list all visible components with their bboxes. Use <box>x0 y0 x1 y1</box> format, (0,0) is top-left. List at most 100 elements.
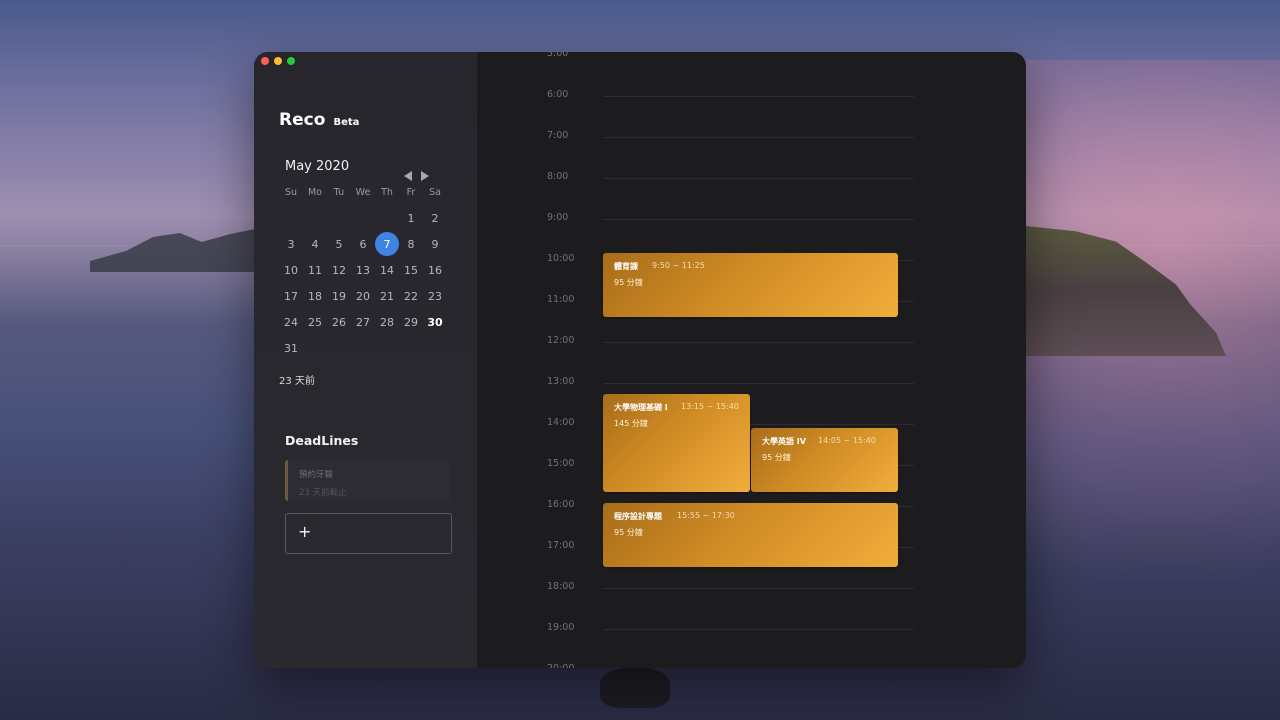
weekday-label: We <box>355 187 371 198</box>
calendar-day-number: 7 <box>375 232 399 256</box>
event-title: 大學英語 IV <box>762 437 806 446</box>
calendar-day[interactable]: 21 <box>375 283 399 309</box>
hour-row: 5:00 <box>477 52 1026 59</box>
calendar-day[interactable]: 2 <box>423 205 447 231</box>
deadlines-heading: DeadLines <box>285 433 359 448</box>
calendar-day-number: 3 <box>287 237 295 251</box>
beta-tag: Beta <box>333 117 360 128</box>
calendar-day[interactable]: 1 <box>399 205 423 231</box>
hour-gridline <box>603 178 914 179</box>
day-timeline[interactable]: 20:00 19:00 18:00 17:00 16:00 15:00 14:00 13:00… <box>477 52 1026 668</box>
calendar-day-number: 21 <box>380 289 394 303</box>
hour-gridline <box>603 629 914 630</box>
calendar-day-number: 2 <box>431 211 439 225</box>
calendar-day[interactable]: 20 <box>351 283 375 309</box>
next-month-icon[interactable] <box>421 171 429 181</box>
calendar-day[interactable]: 22 <box>399 283 423 309</box>
calendar-empty-cell <box>327 205 351 231</box>
calendar-day[interactable]: 23 <box>423 283 447 309</box>
hour-label: 17:00 <box>547 540 575 551</box>
event-duration: 95 分鐘 <box>762 453 791 462</box>
minimize-window-button[interactable] <box>274 57 282 65</box>
weekday-label: Tu <box>333 187 345 198</box>
calendar-day-number: 30 <box>427 315 443 329</box>
hour-label: 5:00 <box>547 52 569 59</box>
calendar-day-number: 29 <box>404 315 418 329</box>
calendar-day[interactable]: 10 <box>279 257 303 283</box>
calendar-day[interactable]: 25 <box>303 309 327 335</box>
wallpaper-rock <box>600 668 670 708</box>
calendar-day[interactable]: 14 <box>375 257 399 283</box>
calendar-day[interactable]: 30 <box>423 309 447 335</box>
calendar-day[interactable]: 15 <box>399 257 423 283</box>
calendar-empty-cell <box>375 205 399 231</box>
calendar-day-number: 14 <box>380 263 394 277</box>
hour-gridline <box>603 219 914 220</box>
calendar-day-number: 18 <box>308 289 322 303</box>
calendar-day[interactable]: 5 <box>327 231 351 257</box>
calendar-day[interactable]: 8 <box>399 231 423 257</box>
calendar-day[interactable]: 6 <box>351 231 375 257</box>
event-title: 程序設計專題 <box>614 512 662 521</box>
calendar-empty-cell <box>399 335 423 361</box>
calendar-day-number: 24 <box>284 315 298 329</box>
event-duration: 95 分鐘 <box>614 528 643 537</box>
calendar-day-number: 9 <box>431 237 439 251</box>
calendar-day-number: 28 <box>380 315 394 329</box>
calendar-month-label: May 2020 <box>285 159 350 174</box>
calendar-day-number: 23 <box>428 289 442 303</box>
calendar-empty-cell <box>375 335 399 361</box>
calendar-day[interactable]: 24 <box>279 309 303 335</box>
calendar-day[interactable]: 4 <box>303 231 327 257</box>
hour-gridline <box>603 342 914 343</box>
calendar-day[interactable]: 12 <box>327 257 351 283</box>
calendar-empty-cell <box>279 205 303 231</box>
calendar-day[interactable]: 18 <box>303 283 327 309</box>
hour-row: 9:00 <box>477 212 1026 223</box>
calendar-day-number: 16 <box>428 263 442 277</box>
deadline-item[interactable]: 預約牙醫 23 天前截止 <box>285 460 450 501</box>
calendar-day[interactable]: 16 <box>423 257 447 283</box>
calendar-day[interactable]: 13 <box>351 257 375 283</box>
close-window-button[interactable] <box>261 57 269 65</box>
hour-row: 6:00 <box>477 89 1026 100</box>
calendar-empty-cell <box>327 335 351 361</box>
weekday-label: Th <box>381 187 393 198</box>
hour-gridline <box>603 96 914 97</box>
event-block[interactable]: 程序設計專題 15:55 ~ 17:30 95 分鐘 <box>603 503 898 567</box>
calendar-day[interactable]: 11 <box>303 257 327 283</box>
event-block[interactable]: 大學英語 IV 14:05 ~ 15:40 95 分鐘 <box>751 428 898 492</box>
calendar-day-grid: 1 2 3 4 5 6 7 8 9 10 11 12 13 14 15 16 17 18 19 20 21 22 23 24 2… <box>279 205 447 361</box>
event-block[interactable]: 大學物理基礎 I 13:15 ~ 15:40 145 分鐘 <box>603 394 750 492</box>
calendar-day[interactable]: 31 <box>279 335 303 361</box>
calendar-day-number: 8 <box>407 237 415 251</box>
hour-row: 14:00 <box>477 417 1026 428</box>
calendar-day[interactable]: 3 <box>279 231 303 257</box>
calendar-day-number: 26 <box>332 315 346 329</box>
hour-label: 20:00 <box>547 663 574 668</box>
calendar-day[interactable]: 19 <box>327 283 351 309</box>
weekday-label: Mo <box>307 187 322 198</box>
weekday-header: Su Mo Tu We Th Fr Sa <box>279 187 447 198</box>
calendar-day[interactable]: 29 <box>399 309 423 335</box>
calendar-day[interactable]: 7 <box>375 231 399 257</box>
hour-label: 16:00 <box>547 499 575 510</box>
event-time: 15:55 ~ 17:30 <box>677 511 735 520</box>
calendar-day[interactable]: 9 <box>423 231 447 257</box>
calendar-day[interactable]: 26 <box>327 309 351 335</box>
previous-month-icon[interactable] <box>404 171 412 181</box>
hour-label: 15:00 <box>547 458 575 469</box>
calendar-day[interactable]: 28 <box>375 309 399 335</box>
calendar-empty-cell <box>351 205 375 231</box>
calendar-empty-cell <box>351 335 375 361</box>
calendar-day[interactable]: 17 <box>279 283 303 309</box>
hour-label: 11:00 <box>547 294 575 305</box>
add-deadline-button[interactable]: + <box>285 513 452 554</box>
calendar-day-number: 27 <box>356 315 370 329</box>
calendar-empty-cell <box>303 205 327 231</box>
calendar-day[interactable]: 27 <box>351 309 375 335</box>
event-block[interactable]: 體育課 9:50 ~ 11:25 95 分鐘 <box>603 253 898 317</box>
calendar-day-number: 4 <box>311 237 319 251</box>
calendar-day-number: 5 <box>335 237 343 251</box>
maximize-window-button[interactable] <box>287 57 295 65</box>
